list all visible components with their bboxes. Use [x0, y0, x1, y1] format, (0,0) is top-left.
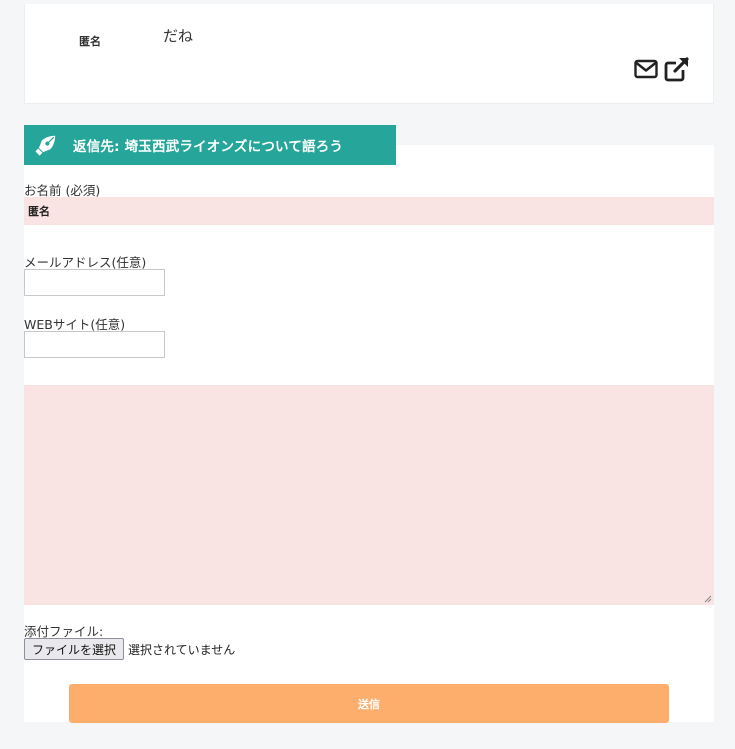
comment-text: だね [163, 27, 194, 45]
name-input[interactable] [24, 197, 714, 225]
website-input[interactable] [24, 331, 165, 358]
external-link-icon[interactable] [664, 56, 690, 82]
reply-title: 返信先: 埼玉西武ライオンズについて語ろう [73, 139, 344, 155]
file-status: 選択されていません [128, 642, 236, 657]
email-input[interactable] [24, 269, 165, 296]
file-picker: ファイルを選択 選択されていません [24, 638, 235, 660]
resize-grip-icon[interactable] [704, 595, 712, 603]
comment-body-textarea[interactable] [24, 385, 714, 605]
reply-form: お名前 (必須) メールアドレス(任意) WEBサイト(任意) 添付ファイル: … [24, 145, 714, 723]
choose-file-button[interactable]: ファイルを選択 [24, 638, 124, 660]
comment-actions [634, 56, 690, 82]
submit-button[interactable]: 送信 [69, 684, 669, 723]
reply-banner: 返信先: 埼玉西武ライオンズについて語ろう [24, 125, 396, 165]
comment-author: 匿名 [79, 35, 101, 48]
pen-icon [35, 135, 56, 156]
mail-icon[interactable] [634, 59, 658, 79]
comment-card: 匿名 だね [24, 4, 714, 104]
